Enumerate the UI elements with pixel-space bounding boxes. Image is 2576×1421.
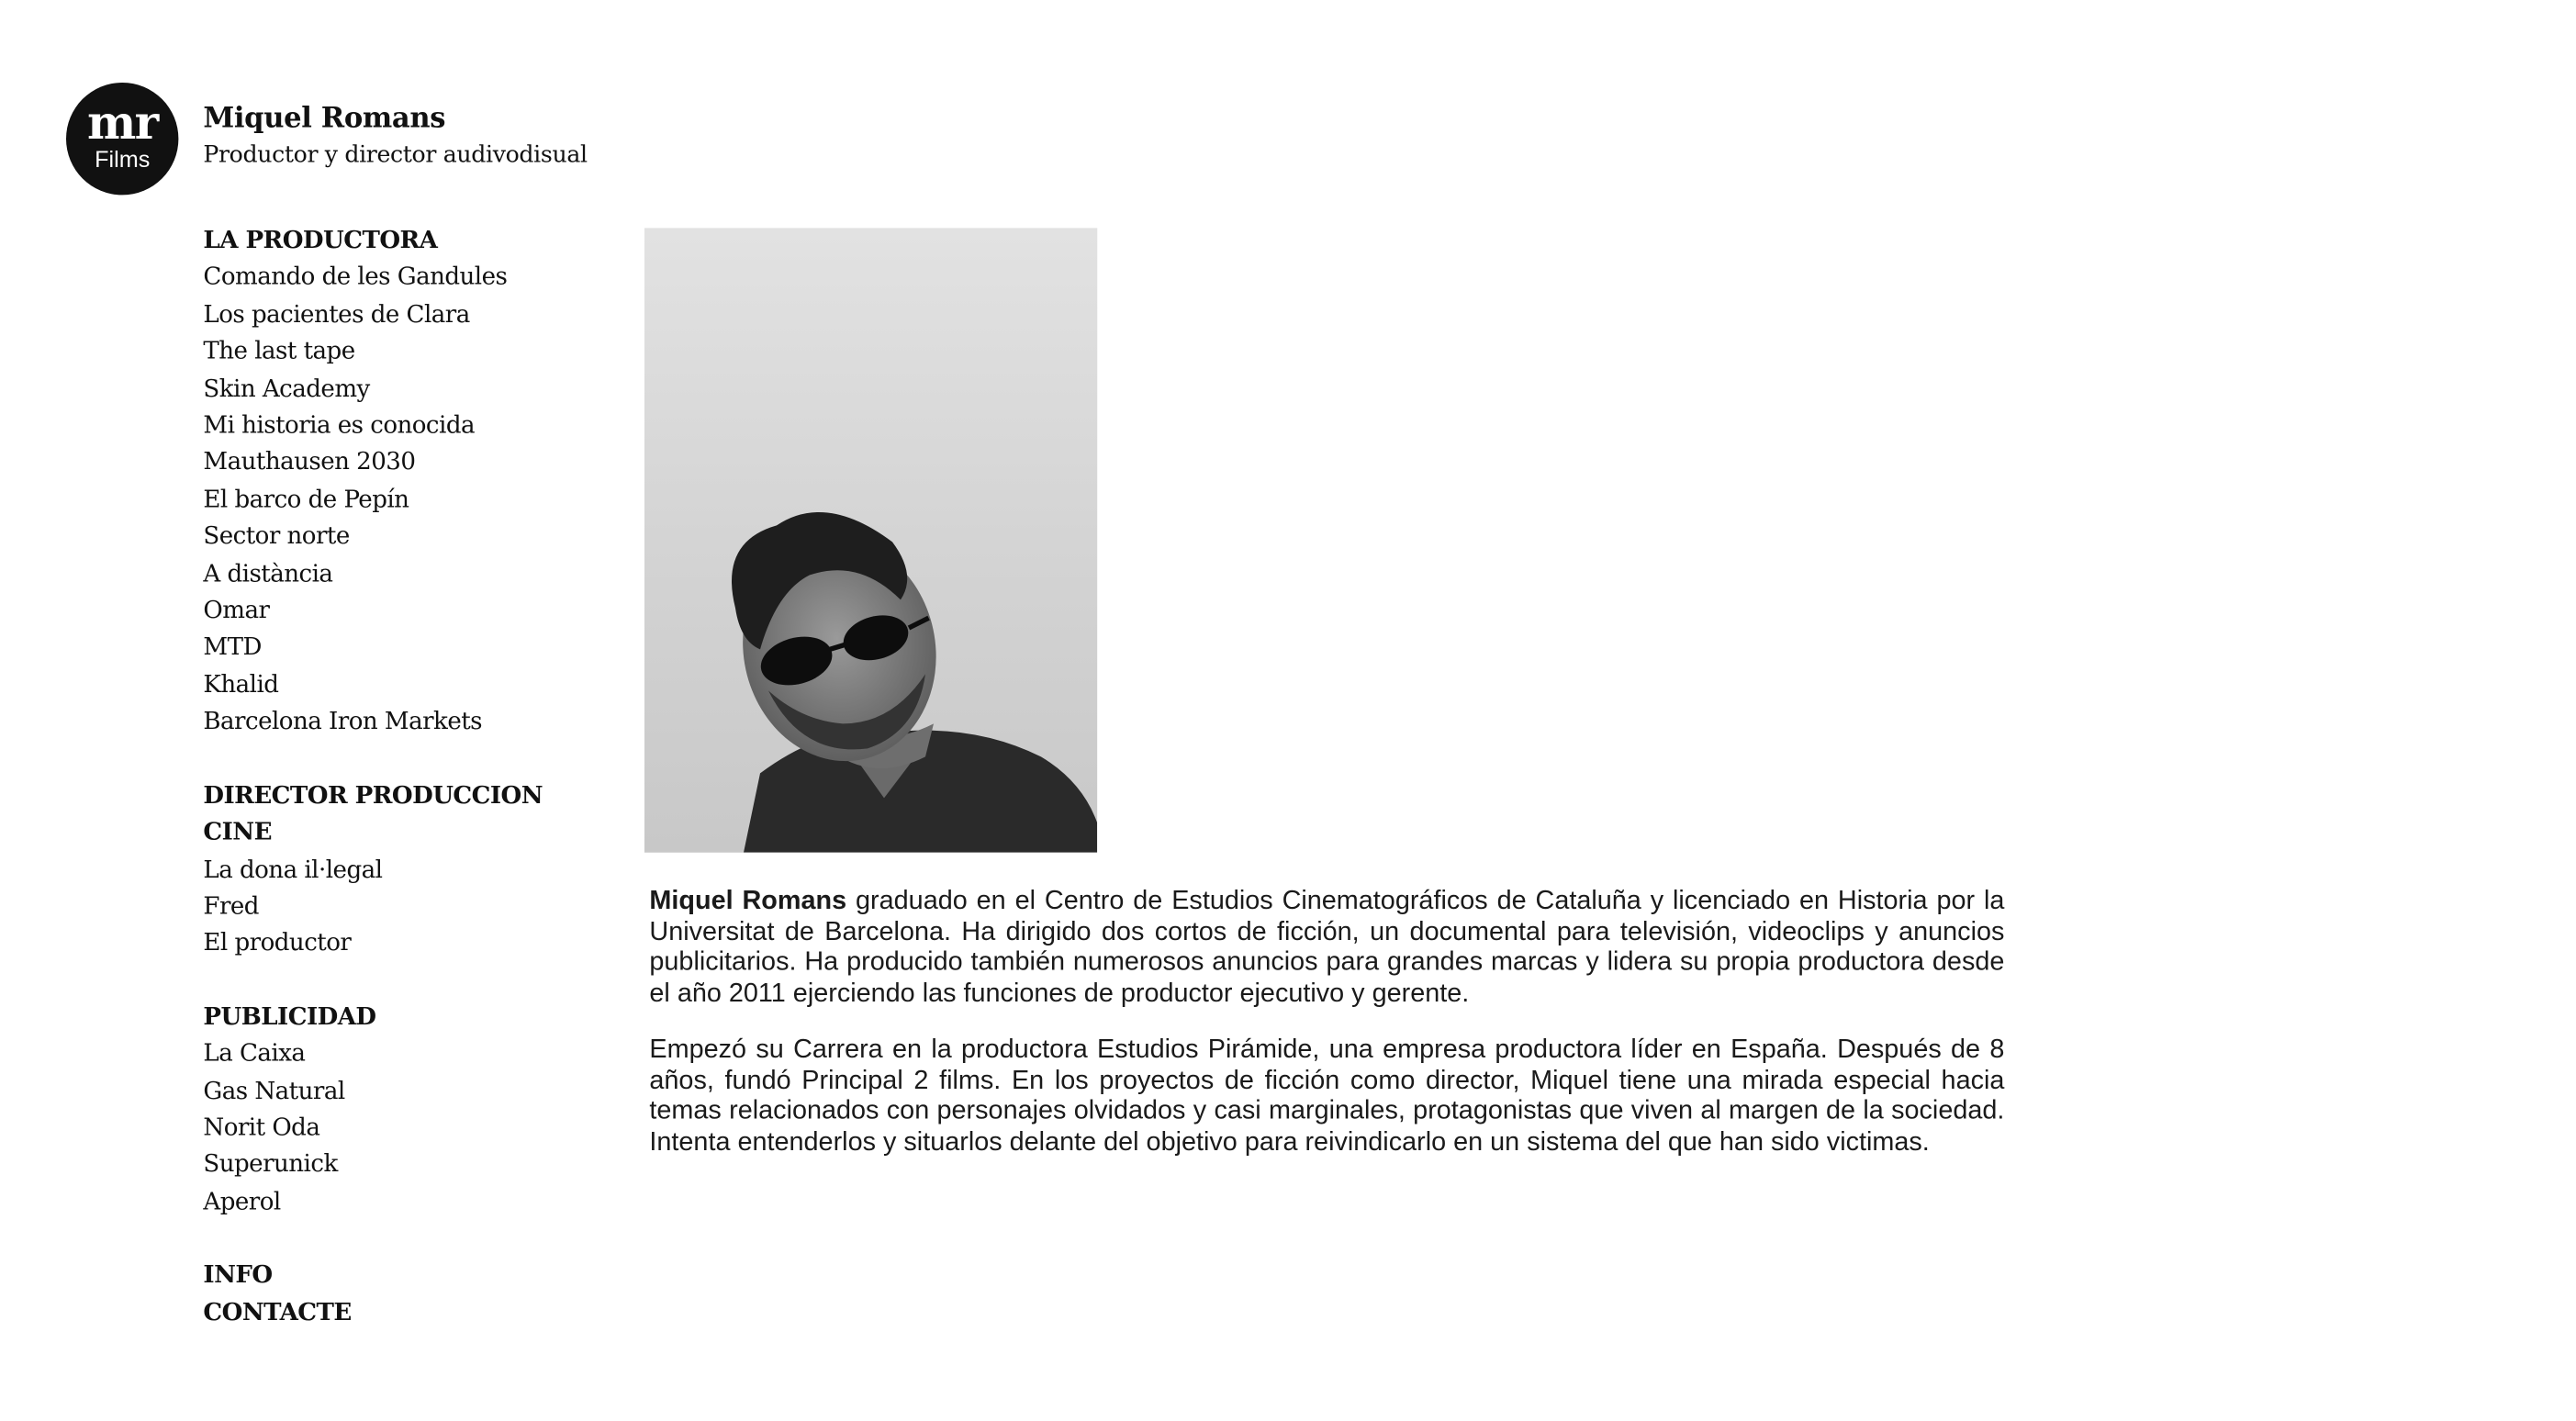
nav-item[interactable]: A distància — [203, 556, 616, 593]
portrait-photo — [644, 228, 1098, 853]
nav-section-director: DIRECTOR PRODUCCION CINE La dona il·lega… — [203, 778, 616, 963]
nav-info-link[interactable]: INFO — [203, 1258, 616, 1294]
nav-item[interactable]: Khalid — [203, 667, 616, 704]
nav-item[interactable]: Sector norte — [203, 520, 616, 556]
nav-item[interactable]: El productor — [203, 926, 616, 963]
nav-item[interactable]: Fred — [203, 889, 616, 925]
logo[interactable]: mr Films — [66, 83, 179, 196]
nav-item[interactable]: La dona il·legal — [203, 852, 616, 889]
nav-item[interactable]: Comando de les Gandules — [203, 260, 616, 297]
bio: Miquel Romans graduado en el Centro de E… — [649, 888, 2004, 1185]
nav-contact-link[interactable]: CONTACTE — [203, 1294, 616, 1331]
nav-item[interactable]: Gas Natural — [203, 1073, 616, 1110]
brand: Miquel Romans Productor y director audiv… — [203, 103, 588, 169]
page: mr Films Miquel Romans Productor y direc… — [0, 0, 2576, 1421]
nav-item[interactable]: Omar — [203, 593, 616, 630]
nav-heading-publicidad[interactable]: PUBLICIDAD — [203, 999, 616, 1035]
logo-sub: Films — [95, 145, 151, 173]
nav-heading-productora[interactable]: LA PRODUCTORA — [203, 223, 616, 260]
nav-section-bottom: INFO CONTACTE — [203, 1258, 616, 1332]
nav-item[interactable]: Skin Academy — [203, 371, 616, 408]
nav-item[interactable]: Los pacientes de Clara — [203, 297, 616, 334]
nav-item[interactable]: La Caixa — [203, 1036, 616, 1073]
nav-item[interactable]: Superunick — [203, 1147, 616, 1184]
nav-item[interactable]: Norit Oda — [203, 1110, 616, 1147]
nav-section-productora: LA PRODUCTORA Comando de les Gandules Lo… — [203, 223, 616, 742]
bio-name: Miquel Romans — [649, 887, 847, 916]
sidebar-nav: LA PRODUCTORA Comando de les Gandules Lo… — [203, 223, 616, 1368]
bio-paragraph-2: Empezó su Carrera en la productora Estud… — [649, 1035, 2005, 1157]
portrait-image — [644, 228, 1098, 853]
nav-section-publicidad: PUBLICIDAD La Caixa Gas Natural Norit Od… — [203, 999, 616, 1221]
bio-text-1: graduado en el Centro de Estudios Cinema… — [649, 887, 2005, 1008]
brand-tagline: Productor y director audivodisual — [203, 141, 588, 169]
logo-mark: mr — [87, 95, 159, 151]
nav-item[interactable]: Mauthausen 2030 — [203, 445, 616, 482]
nav-item[interactable]: El barco de Pepín — [203, 482, 616, 519]
bio-paragraph-1: Miquel Romans graduado en el Centro de E… — [649, 888, 2004, 1010]
nav-item[interactable]: Mi historia es conocida — [203, 408, 616, 445]
nav-item[interactable]: MTD — [203, 631, 616, 667]
nav-heading-director[interactable]: DIRECTOR PRODUCCION CINE — [203, 778, 616, 852]
nav-item[interactable]: Aperol — [203, 1184, 616, 1221]
nav-item[interactable]: The last tape — [203, 334, 616, 371]
brand-name[interactable]: Miquel Romans — [203, 103, 587, 136]
nav-item[interactable]: Barcelona Iron Markets — [203, 704, 616, 741]
